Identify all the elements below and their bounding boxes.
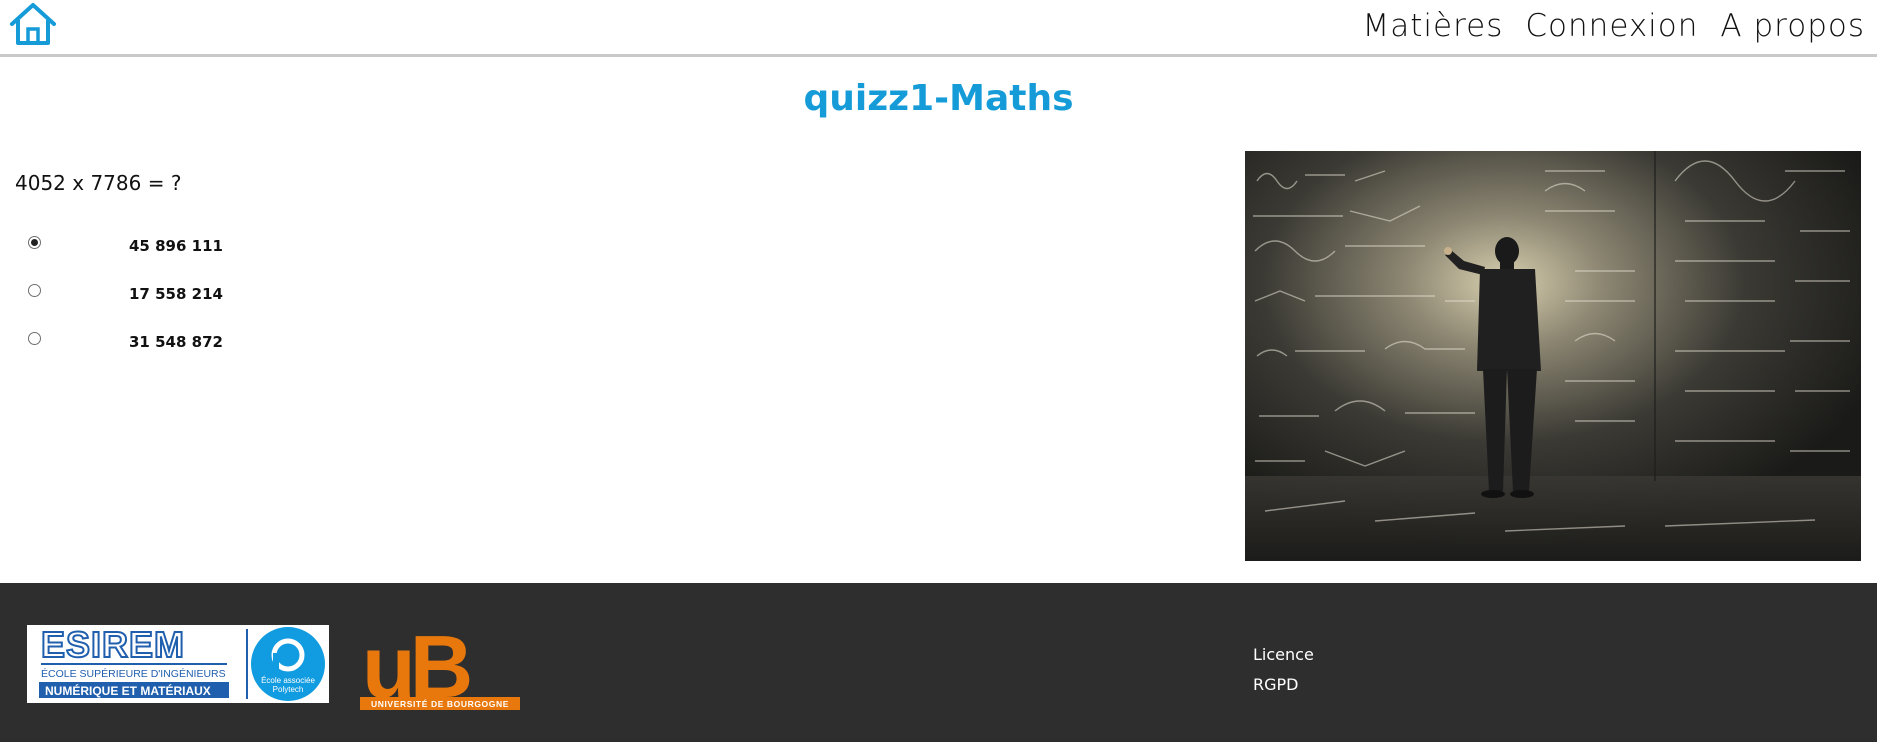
answer-option[interactable]: 17 558 214 — [28, 270, 223, 318]
svg-text:ÉCOLE SUPÉRIEURE D'INGÉNIEURS: ÉCOLE SUPÉRIEURE D'INGÉNIEURS — [41, 667, 226, 680]
quiz-illustration — [1245, 151, 1861, 561]
svg-text:uB: uB — [362, 617, 470, 711]
svg-text:NUMÉRIQUE ET MATÉRIAUX: NUMÉRIQUE ET MATÉRIAUX — [45, 683, 211, 698]
page-title: quizz1-Maths — [803, 78, 1074, 119]
question-text: 4052 x 7786 = ? — [15, 171, 182, 195]
nav-a-propos[interactable]: A propos — [1720, 8, 1865, 44]
top-navbar: Matières Connexion A propos — [0, 0, 1877, 57]
answer-label: 17 558 214 — [129, 285, 223, 303]
rgpd-link[interactable]: RGPD — [1253, 675, 1314, 694]
footer: ESIREM ÉCOLE SUPÉRIEURE D'INGÉNIEURS NUM… — [0, 583, 1877, 742]
answer-option[interactable]: 31 548 872 — [28, 318, 223, 366]
ub-logo[interactable]: uB UNIVERSITÉ DE BOURGOGNE — [360, 613, 520, 716]
radio-button[interactable] — [28, 331, 41, 345]
svg-text:ESIREM: ESIREM — [41, 625, 185, 665]
licence-link[interactable]: Licence — [1253, 645, 1314, 664]
esirem-logo[interactable]: ESIREM ÉCOLE SUPÉRIEURE D'INGÉNIEURS NUM… — [27, 623, 329, 703]
answer-label: 31 548 872 — [129, 333, 223, 351]
answer-list: 45 896 111 17 558 214 31 548 872 — [28, 222, 223, 366]
nav-matieres[interactable]: Matières — [1363, 8, 1504, 44]
nav-connexion[interactable]: Connexion — [1525, 8, 1698, 44]
footer-links: Licence RGPD — [1253, 645, 1314, 705]
main-nav: Matières Connexion A propos — [1363, 4, 1865, 48]
radio-button[interactable] — [28, 235, 41, 249]
answer-label: 45 896 111 — [129, 237, 223, 255]
answer-option[interactable]: 45 896 111 — [28, 222, 223, 270]
radio-button[interactable] — [28, 283, 41, 297]
svg-text:École associée: École associée — [261, 676, 315, 685]
home-icon[interactable] — [8, 2, 58, 46]
svg-text:Polytech: Polytech — [273, 685, 304, 694]
svg-text:UNIVERSITÉ DE BOURGOGNE: UNIVERSITÉ DE BOURGOGNE — [371, 699, 509, 709]
